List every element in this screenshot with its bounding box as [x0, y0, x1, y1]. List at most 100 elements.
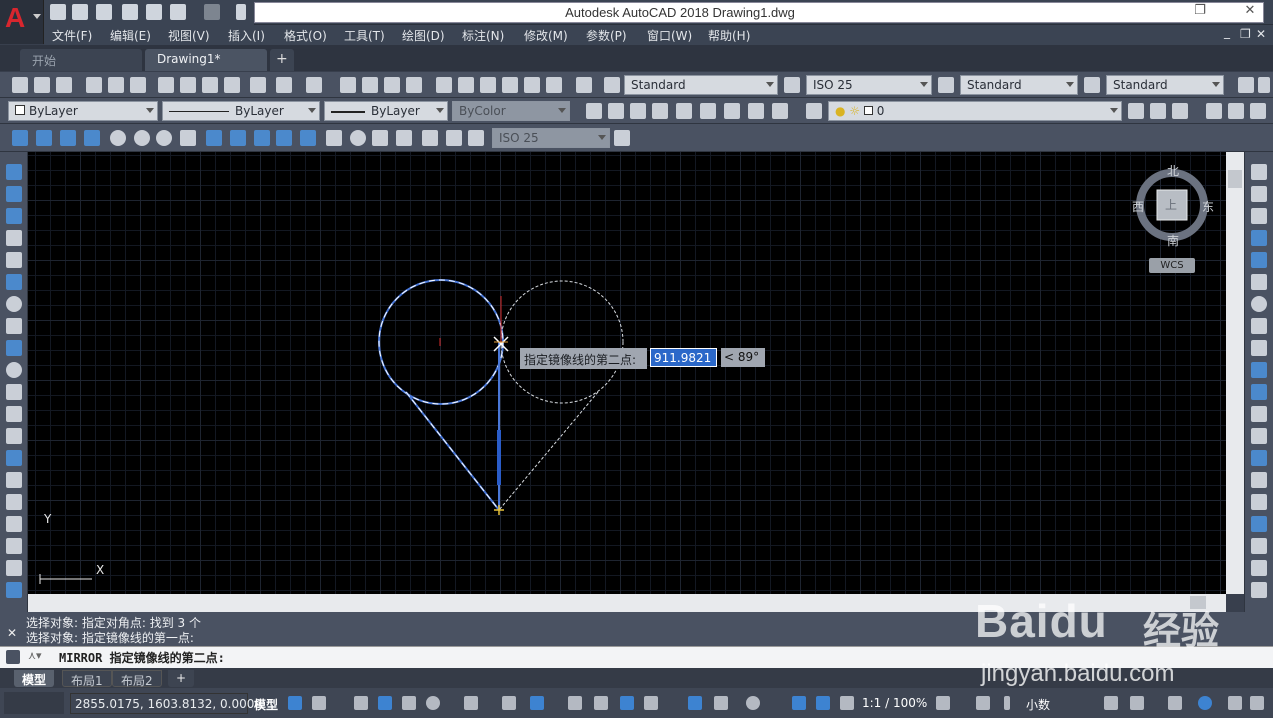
tool-palettes-icon[interactable]: [480, 77, 496, 93]
erase-icon[interactable]: [1251, 164, 1267, 180]
zoom-window-icon[interactable]: [384, 77, 400, 93]
viewcube-top-face[interactable]: 上: [1165, 196, 1177, 213]
workspace-icon[interactable]: [1238, 77, 1254, 93]
center-mark-icon[interactable]: [350, 130, 366, 146]
jogged-dim-icon[interactable]: [134, 130, 150, 146]
scale-icon[interactable]: [1251, 318, 1267, 334]
recent-commands-icon[interactable]: ⋏▾: [28, 649, 42, 662]
doc-close-button[interactable]: ✕: [1256, 27, 1266, 41]
compass-south[interactable]: 南: [1167, 232, 1179, 249]
mleader-style-select[interactable]: Standard: [1106, 75, 1224, 95]
coordinates-display[interactable]: 2855.0175, 1603.8132, 0.0000: [70, 693, 262, 714]
selection-filter-icon[interactable]: [714, 696, 728, 710]
menu-window[interactable]: 窗口(W): [647, 27, 692, 44]
qa-dropdown-icon[interactable]: [236, 4, 246, 20]
circle-tool-icon[interactable]: [6, 296, 22, 312]
cut-icon[interactable]: [158, 77, 174, 93]
draworder-icon[interactable]: [1251, 560, 1267, 576]
toolbar-more-icon[interactable]: [1258, 77, 1270, 93]
text-justify-icon[interactable]: [748, 103, 764, 119]
undo-icon[interactable]: [276, 77, 292, 93]
tab-start[interactable]: 开始: [20, 49, 142, 71]
point-icon[interactable]: [6, 450, 22, 466]
layer-properties-icon[interactable]: [806, 103, 822, 119]
tab-layout2[interactable]: 布局2: [112, 670, 162, 688]
dynamic-length-input[interactable]: 911.9821: [650, 348, 717, 367]
mtext-tool-icon[interactable]: [6, 560, 22, 576]
zoom-previous-icon[interactable]: [406, 77, 422, 93]
text-style-icon[interactable]: [604, 77, 620, 93]
break-icon[interactable]: [1251, 428, 1267, 444]
edit-text-icon[interactable]: [630, 103, 646, 119]
compass-east[interactable]: 东: [1202, 198, 1214, 215]
diameter-dim-icon[interactable]: [156, 130, 172, 146]
make-current-layer-icon[interactable]: [1128, 103, 1144, 119]
model-space-toggle[interactable]: 模型: [254, 696, 278, 713]
auto-scale-icon[interactable]: [816, 696, 830, 710]
paste-icon[interactable]: [202, 77, 218, 93]
dim-break-icon[interactable]: [300, 130, 316, 146]
lineweight-icon[interactable]: [568, 696, 582, 710]
vertical-scrollbar[interactable]: [1226, 152, 1244, 594]
close-window-button[interactable]: ✕: [1240, 3, 1260, 21]
blend-curves-icon[interactable]: [1251, 516, 1267, 532]
quick-dim-icon[interactable]: [206, 130, 222, 146]
customize-wrench-icon[interactable]: [6, 650, 20, 664]
inspection-icon[interactable]: [372, 130, 388, 146]
extend-icon[interactable]: [1251, 384, 1267, 400]
spell-check-icon[interactable]: [676, 103, 692, 119]
gradient-icon[interactable]: [6, 494, 22, 510]
snap-mode-icon[interactable]: [312, 696, 326, 710]
menu-help[interactable]: 帮助(H): [708, 27, 750, 44]
infer-constraints-icon[interactable]: [354, 696, 368, 710]
properties-icon[interactable]: [436, 77, 452, 93]
linear-dim-icon[interactable]: [12, 130, 28, 146]
help-icon[interactable]: [576, 77, 592, 93]
3d-osnap-icon[interactable]: [644, 696, 658, 710]
object-snap-tracking-icon[interactable]: [502, 696, 516, 710]
stretch-icon[interactable]: [1251, 340, 1267, 356]
polar-tracking-icon[interactable]: [426, 696, 440, 710]
undo-icon[interactable]: [170, 4, 186, 20]
rectangle-icon[interactable]: [6, 252, 22, 268]
move-icon[interactable]: [1251, 274, 1267, 290]
hatch-icon[interactable]: [6, 472, 22, 488]
dim-style-manager-icon[interactable]: [614, 130, 630, 146]
plot-icon[interactable]: [86, 77, 102, 93]
annotation-scale-icon[interactable]: [840, 696, 854, 710]
explode-icon[interactable]: [1251, 538, 1267, 554]
markup-icon[interactable]: [524, 77, 540, 93]
menu-draw[interactable]: 绘图(D): [402, 27, 445, 44]
baseline-dim-icon[interactable]: [230, 130, 246, 146]
menu-dimension[interactable]: 标注(N): [462, 27, 504, 44]
mtext-icon[interactable]: [608, 103, 624, 119]
menu-view[interactable]: 视图(V): [168, 27, 210, 44]
save-icon[interactable]: [96, 4, 112, 20]
selection-cycling-icon[interactable]: [620, 696, 634, 710]
arc-tool-icon[interactable]: [6, 274, 22, 290]
aligned-dim-icon[interactable]: [36, 130, 52, 146]
text-icon[interactable]: [586, 103, 602, 119]
menu-edit[interactable]: 编辑(E): [110, 27, 151, 44]
hardware-acceleration-icon[interactable]: [1198, 696, 1212, 710]
layer-states-icon[interactable]: [1172, 103, 1188, 119]
dim-style-icon[interactable]: [784, 77, 800, 93]
ordinate-dim-icon[interactable]: [84, 130, 100, 146]
match-properties-icon[interactable]: [224, 77, 240, 93]
tolerance-icon[interactable]: [326, 130, 342, 146]
gizmo-icon[interactable]: [746, 696, 760, 710]
tab-model[interactable]: 模型: [14, 670, 55, 687]
polyline-icon[interactable]: [6, 208, 22, 224]
compass-west[interactable]: 西: [1132, 198, 1144, 215]
add-layout-button[interactable]: +: [168, 670, 195, 687]
viewcube[interactable]: 北 南 东 西 上 WCS: [1125, 160, 1225, 280]
close-command-icon[interactable]: ✕: [7, 626, 17, 640]
grid-icon[interactable]: [288, 696, 302, 710]
dim-text-edit-icon[interactable]: [446, 130, 462, 146]
break-at-point-icon[interactable]: [1251, 406, 1267, 422]
vertical-scroll-thumb[interactable]: [1228, 170, 1242, 188]
radius-dim-icon[interactable]: [110, 130, 126, 146]
annotation-monitor-icon[interactable]: [976, 696, 990, 710]
workspace-switch-icon[interactable]: [936, 696, 950, 710]
region-icon[interactable]: [6, 516, 22, 532]
